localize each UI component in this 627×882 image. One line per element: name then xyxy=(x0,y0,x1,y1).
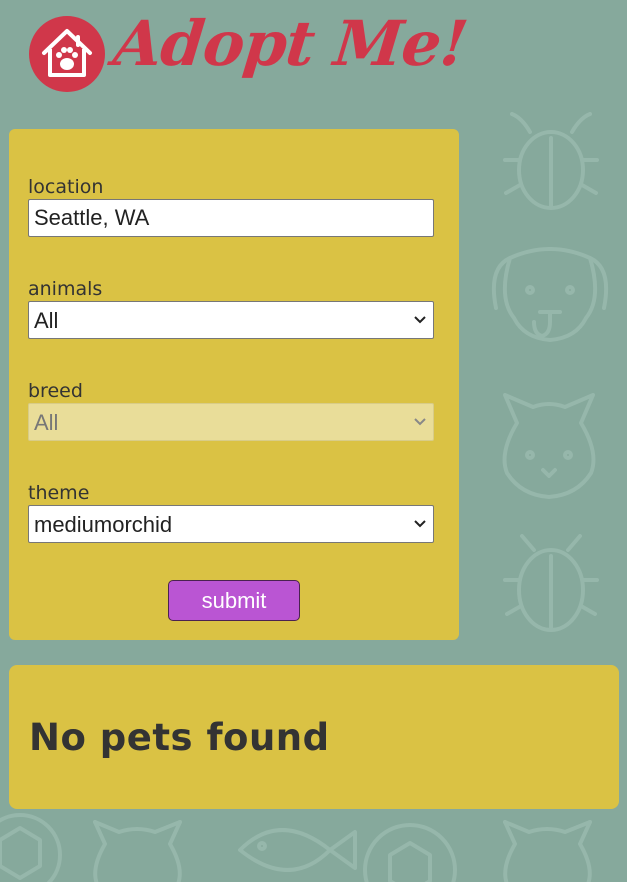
breed-label: breed xyxy=(28,380,83,402)
no-results-message: No pets found xyxy=(29,716,330,759)
cat-icon xyxy=(502,393,596,499)
theme-select[interactable]: mediumorchid xyxy=(28,505,434,543)
chevron-down-icon xyxy=(414,418,426,426)
results-panel: No pets found xyxy=(9,665,619,809)
search-form: location animals All breed All theme med… xyxy=(9,129,459,640)
turtle-icon xyxy=(0,813,62,882)
theme-label: theme xyxy=(28,482,90,504)
cat-icon xyxy=(93,820,182,882)
paw-house-logo-icon[interactable] xyxy=(28,15,106,93)
site-header: Adopt Me! xyxy=(28,7,471,113)
animals-select[interactable]: All xyxy=(28,301,434,339)
submit-button[interactable]: submit xyxy=(168,580,300,621)
location-label: location xyxy=(28,176,104,198)
beetle-icon xyxy=(503,534,599,632)
chevron-down-icon xyxy=(414,520,426,528)
fish-icon xyxy=(238,828,357,872)
animals-label: animals xyxy=(28,278,103,300)
chevron-down-icon xyxy=(414,316,426,324)
location-input[interactable] xyxy=(28,199,434,237)
beetle-icon xyxy=(503,112,599,210)
cat-icon xyxy=(503,820,592,882)
site-logo-text[interactable]: Adopt Me! xyxy=(110,7,470,80)
breed-select: All xyxy=(28,403,434,441)
dog-icon xyxy=(491,247,609,342)
breed-selected-value: All xyxy=(34,410,59,435)
animals-selected-value: All xyxy=(34,308,59,333)
theme-selected-value: mediumorchid xyxy=(34,512,173,537)
turtle-icon xyxy=(363,823,457,882)
